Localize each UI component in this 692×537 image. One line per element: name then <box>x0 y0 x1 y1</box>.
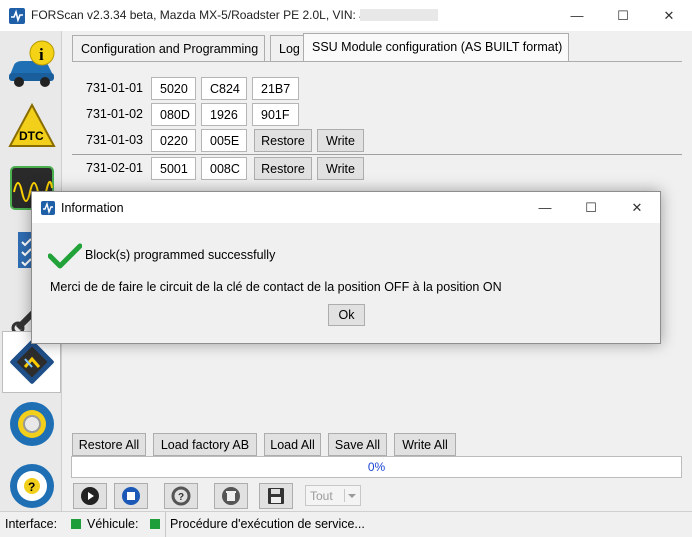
row-label: 731-01-02 <box>86 107 143 121</box>
status-divider <box>165 512 166 537</box>
chevron-down-icon <box>344 489 358 502</box>
hex-cell[interactable]: 901F <box>252 103 299 126</box>
hex-cell[interactable]: C824 <box>201 77 247 100</box>
gear-icon <box>9 402 54 446</box>
svg-text:DTC: DTC <box>19 129 44 143</box>
dialog-title-bar: Information — ☐ ✕ <box>32 192 660 223</box>
dialog-maximize-button[interactable]: ☐ <box>568 192 614 223</box>
forscan-app-icon <box>41 201 55 215</box>
help-button[interactable]: ? <box>164 483 198 509</box>
restore-button[interactable]: Restore <box>254 157 312 180</box>
hex-cell[interactable]: 005E <box>201 129 247 152</box>
status-bar: Interface: Véhicule: Procédure d'exécuti… <box>0 511 692 537</box>
tab-log[interactable]: Log <box>270 35 307 61</box>
interface-label: Interface: <box>5 517 58 531</box>
write-button[interactable]: Write <box>317 157 364 180</box>
svg-text:?: ? <box>178 492 184 503</box>
row-label: 731-01-03 <box>86 133 143 147</box>
hex-cell[interactable]: 5001 <box>151 157 196 180</box>
stop-button[interactable] <box>114 483 148 509</box>
status-message: Procédure d'exécution de service... <box>170 517 365 531</box>
floppy-disk-icon <box>268 488 284 504</box>
vin-redaction <box>360 9 438 21</box>
save-all-button[interactable]: Save All <box>328 433 387 456</box>
tab-ssu-module-config[interactable]: SSU Module configuration (AS BUILT forma… <box>303 33 570 61</box>
dialog-minimize-button[interactable]: — <box>522 192 568 223</box>
svg-text:?: ? <box>28 480 35 494</box>
dialog-close-button[interactable]: ✕ <box>614 192 660 223</box>
trash-icon <box>222 487 240 505</box>
hex-cell[interactable]: 080D <box>151 103 196 126</box>
dialog-message: Merci de de faire le circuit de la clé d… <box>50 280 502 294</box>
chip-config-icon <box>9 340 54 384</box>
filter-select-value: Tout <box>310 489 333 503</box>
ok-button[interactable]: Ok <box>328 304 365 326</box>
information-dialog: Information — ☐ ✕ Block(s) programmed su… <box>31 191 661 344</box>
load-factory-ab-button[interactable]: Load factory AB <box>153 433 257 456</box>
hex-cell[interactable]: 0220 <box>151 129 196 152</box>
dialog-title: Information <box>61 201 124 215</box>
maximize-button[interactable]: ☐ <box>600 0 646 31</box>
hex-cell[interactable]: 21B7 <box>252 77 299 100</box>
row-label: 731-01-01 <box>86 81 143 95</box>
dtc-icon: DTC <box>7 102 56 147</box>
success-message: Block(s) programmed successfully <box>85 248 276 262</box>
hex-cell[interactable]: 5020 <box>151 77 196 100</box>
write-all-button[interactable]: Write All <box>394 433 456 456</box>
window-title: FORScan v2.3.34 beta, Mazda MX-5/Roadste… <box>31 8 383 22</box>
play-icon <box>81 487 99 505</box>
title-bar: FORScan v2.3.34 beta, Mazda MX-5/Roadste… <box>0 0 692 31</box>
forscan-app-icon <box>9 8 25 24</box>
sidebar-item-settings[interactable] <box>2 393 61 455</box>
tab-underline <box>72 61 682 62</box>
sidebar-item-dtc[interactable]: DTC <box>2 95 61 157</box>
lifebuoy-icon: ? <box>171 486 191 506</box>
row-label: 731-02-01 <box>86 161 143 175</box>
play-button[interactable] <box>73 483 107 509</box>
restore-all-button[interactable]: Restore All <box>72 433 146 456</box>
checkmark-icon <box>47 243 83 272</box>
car-info-icon: i <box>8 40 54 87</box>
tab-configuration-programming[interactable]: Configuration and Programming <box>72 35 266 61</box>
hex-cell[interactable]: 1926 <box>201 103 247 126</box>
hex-cell[interactable]: 008C <box>201 157 247 180</box>
save-button[interactable] <box>259 483 293 509</box>
sidebar-item-connect[interactable]: ? <box>2 455 61 517</box>
progress-bar: 0% <box>71 456 682 478</box>
restore-button[interactable]: Restore <box>254 129 312 152</box>
progress-text: 0% <box>367 460 386 474</box>
load-all-button[interactable]: Load All <box>264 433 321 456</box>
svg-text:i: i <box>39 45 44 64</box>
steering-wheel-icon: ? <box>9 464 54 508</box>
write-button[interactable]: Write <box>317 129 364 152</box>
close-button[interactable]: ✕ <box>646 0 692 31</box>
interface-status-indicator <box>71 519 81 529</box>
filter-select[interactable]: Tout <box>305 485 361 506</box>
vehicle-status-indicator <box>150 519 160 529</box>
stop-icon <box>122 487 140 505</box>
clear-button[interactable] <box>214 483 248 509</box>
vehicle-label: Véhicule: <box>87 517 139 531</box>
sidebar-item-vehicle-info[interactable]: i <box>2 33 61 95</box>
minimize-button[interactable]: — <box>554 0 600 31</box>
row-separator <box>72 154 682 155</box>
